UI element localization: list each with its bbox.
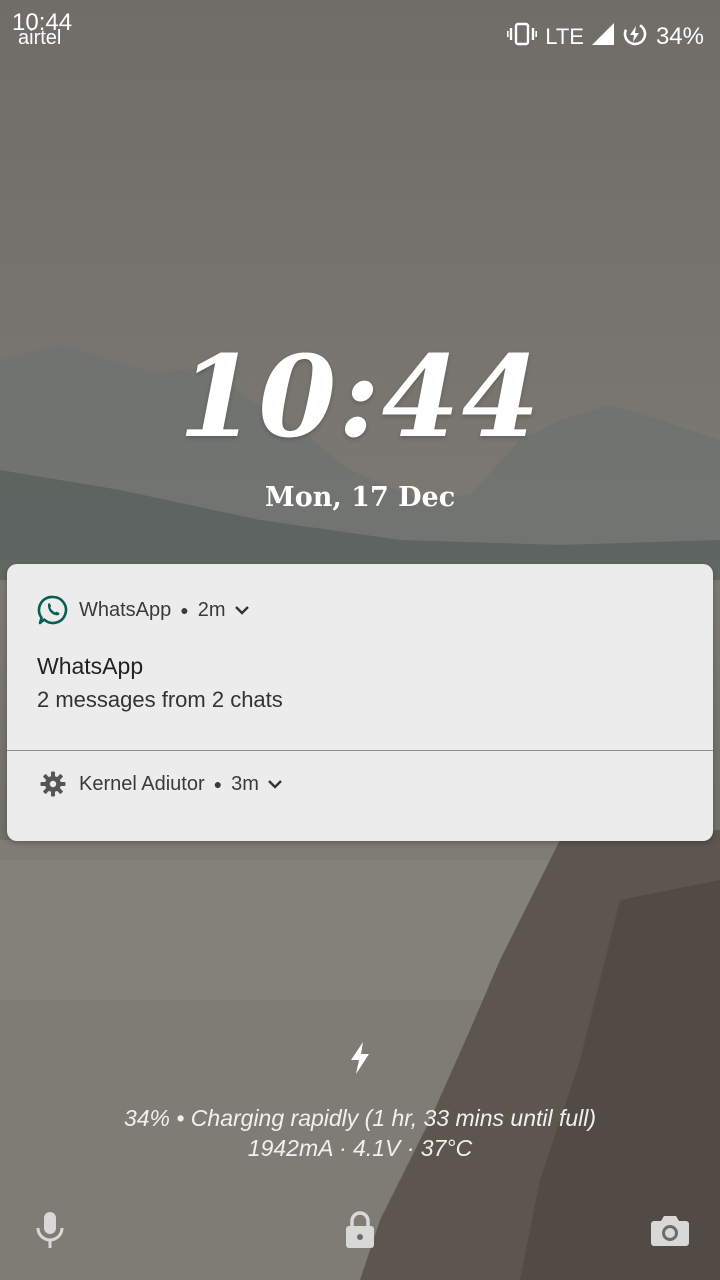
separator-dot: ● bbox=[213, 776, 223, 792]
gear-icon bbox=[37, 768, 69, 800]
lock-icon[interactable] bbox=[336, 1206, 384, 1254]
separator-dot: ● bbox=[180, 602, 189, 618]
whatsapp-icon bbox=[37, 594, 69, 626]
lockscreen-clock: 10:44 bbox=[178, 332, 542, 463]
notification-app-name: WhatsApp bbox=[79, 598, 172, 621]
signal-icon bbox=[591, 23, 614, 51]
chevron-down-icon[interactable] bbox=[234, 604, 250, 616]
camera-icon[interactable] bbox=[646, 1206, 694, 1254]
battery-percent: 34% bbox=[655, 23, 704, 50]
battery-charging-icon bbox=[622, 21, 648, 53]
status-icons: LTE 34% bbox=[507, 22, 704, 52]
lockscreen-date: Mon, 17 Dec bbox=[264, 482, 456, 513]
charging-bolt-icon bbox=[345, 1040, 375, 1076]
charging-status: 34% • Charging rapidly (1 hr, 33 mins un… bbox=[123, 1105, 597, 1131]
vibrate-icon bbox=[507, 22, 538, 52]
status-carrier: airtel bbox=[18, 27, 62, 49]
notification-kernel-adiutor[interactable]: Kernel Adiutor ● 3m bbox=[7, 751, 713, 841]
notification-header: WhatsApp ● 2m bbox=[37, 593, 250, 627]
mic-icon[interactable] bbox=[26, 1206, 74, 1254]
notification-header: Kernel Adiutor ● 3m bbox=[37, 767, 283, 801]
notification-whatsapp[interactable]: WhatsApp ● 2m WhatsApp 2 messages from 2… bbox=[7, 564, 713, 750]
charging-details: 1942mA · 4.1V · 37°C bbox=[247, 1135, 473, 1161]
notification-title: WhatsApp bbox=[37, 653, 144, 679]
notification-app-name: Kernel Adiutor bbox=[79, 772, 205, 795]
notification-body: 2 messages from 2 chats bbox=[37, 687, 283, 712]
network-type: LTE bbox=[545, 24, 584, 49]
notification-time: 2m bbox=[197, 598, 226, 621]
notification-card: WhatsApp ● 2m WhatsApp 2 messages from 2… bbox=[7, 564, 713, 841]
notification-time: 3m bbox=[231, 772, 259, 795]
chevron-down-icon[interactable] bbox=[267, 778, 283, 790]
